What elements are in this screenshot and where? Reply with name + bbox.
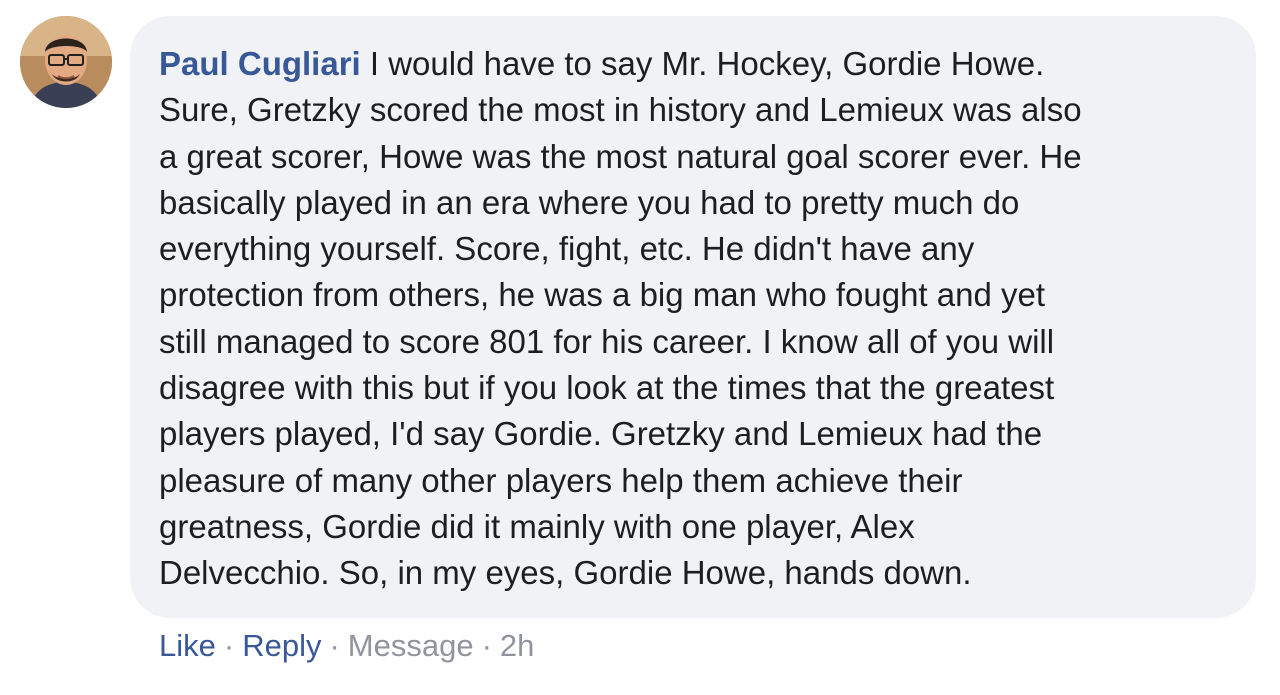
comment-text-line: Sure, Gretzky scored the most in history…	[159, 91, 1082, 129]
comment-text-line: greatness, Gordie did it mainly with one…	[159, 507, 915, 545]
comment-text-line: pleasure of many other players help them…	[159, 461, 963, 499]
comment-text-line: I would have to say Mr. Hockey, Gordie H…	[369, 45, 1045, 82]
comment-body: Paul Cugliari I would have to say Mr. Ho…	[159, 41, 1226, 597]
avatar[interactable]	[20, 16, 112, 108]
action-separator: ·	[223, 628, 235, 663]
comment-text-line: a great scorer, Howe was the most natura…	[159, 137, 1082, 175]
action-separator: ·	[481, 628, 492, 663]
like-link[interactable]: Like	[159, 628, 216, 663]
comment-text-line: still managed to score 801 for his caree…	[159, 322, 1055, 360]
comment-text-line: disagree with this but if you look at th…	[159, 369, 1055, 407]
comment-bubble: Paul Cugliari I would have to say Mr. Ho…	[130, 16, 1256, 618]
comment-text-line: basically played in an era where you had…	[159, 183, 1020, 221]
comment-text-line: Delvecchio. So, in my eyes, Gordie Howe,…	[159, 554, 972, 592]
comment: Paul Cugliari I would have to say Mr. Ho…	[0, 0, 1280, 695]
author-name-link[interactable]: Paul Cugliari	[159, 45, 361, 82]
comment-line-1: Paul Cugliari I would have to say Mr. Ho…	[159, 41, 1226, 87]
message-link[interactable]: Message	[348, 628, 474, 663]
comment-timestamp[interactable]: 2h	[500, 628, 534, 663]
comment-actions: Like · Reply · Message · 2h	[159, 624, 534, 668]
action-separator: ·	[329, 628, 340, 663]
comment-text-line: players played, I'd say Gordie. Gretzky …	[159, 415, 1043, 453]
avatar-photo-icon	[20, 16, 112, 108]
reply-link[interactable]: Reply	[242, 628, 321, 663]
comment-text-line: protection from others, he was a big man…	[159, 276, 1046, 314]
comment-text-line: everything yourself. Score, fight, etc. …	[159, 230, 975, 268]
